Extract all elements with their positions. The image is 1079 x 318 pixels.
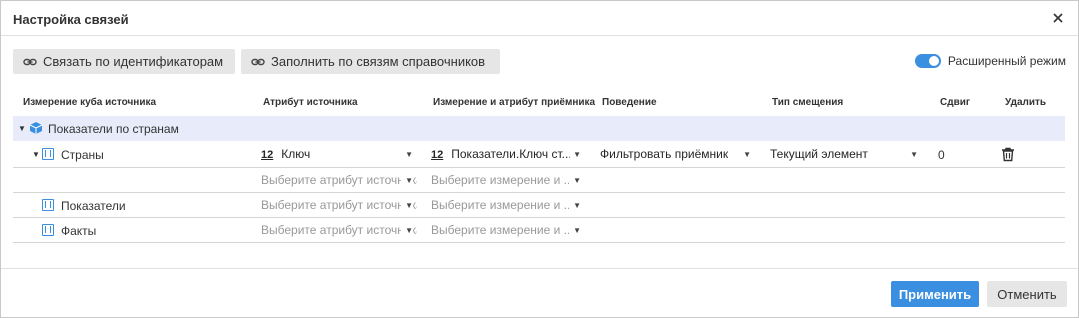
chevron-down-icon: ▼: [401, 201, 413, 210]
collapse-arrow-icon[interactable]: ▼: [18, 124, 26, 133]
behavior-value: Фильтровать приёмник: [600, 147, 729, 161]
behavior-select[interactable]: Фильтровать приёмник ▼: [600, 147, 755, 163]
source-attribute-value: Ключ: [281, 147, 311, 161]
link-icon: [251, 58, 265, 65]
target-dimension-placeholder: Выберите измерение и ...: [431, 173, 574, 187]
column-header-offset-type: Тип смещения: [772, 97, 844, 108]
chevron-down-icon: ▼: [569, 201, 581, 210]
column-header-source-dimension: Измерение куба источника: [23, 97, 157, 108]
source-attribute-select[interactable]: 12 Ключ ▼: [261, 147, 417, 163]
row-label-facts: Факты: [61, 224, 97, 238]
link-icon: [23, 58, 37, 65]
link-by-ids-button[interactable]: Связать по идентификаторам: [13, 49, 235, 74]
source-attribute-select[interactable]: Выберите атрибут источника ▼: [261, 173, 417, 189]
target-dimension-value: Показатели.Ключ ст...: [451, 147, 572, 161]
cube-group-label: Показатели по странам: [48, 122, 179, 136]
dialog-title: Настройка связей: [13, 12, 129, 27]
chevron-down-icon: ▼: [405, 150, 413, 159]
column-header-source-attribute: Атрибут источника: [263, 97, 358, 108]
target-dimension-select[interactable]: Выберите измерение и ... ▼: [431, 198, 585, 214]
trash-icon[interactable]: [1001, 147, 1015, 162]
chevron-down-icon: ▼: [743, 150, 751, 159]
source-attribute-select[interactable]: Выберите атрибут источника ▼: [261, 198, 417, 214]
source-attribute-placeholder: Выберите атрибут источника: [261, 223, 417, 237]
cube-icon: [29, 122, 43, 134]
column-header-behavior: Поведение: [602, 97, 657, 108]
row-divider: [13, 167, 1065, 168]
number-type-icon: 12: [431, 149, 444, 161]
target-dimension-select[interactable]: Выберите измерение и ... ▼: [431, 173, 585, 189]
cancel-button[interactable]: Отменить: [987, 281, 1067, 307]
offset-type-select[interactable]: Текущий элемент ▼: [770, 147, 922, 163]
offset-type-value: Текущий элемент: [770, 147, 868, 161]
row-label-countries: Страны: [61, 148, 104, 162]
fill-by-dictionary-links-button[interactable]: Заполнить по связям справочников: [241, 49, 500, 74]
column-header-target-dimension-attribute: Измерение и атрибут приёмника: [433, 97, 596, 108]
fill-by-dictionary-links-label: Заполнить по связям справочников: [271, 54, 486, 69]
chevron-down-icon: ▼: [569, 176, 581, 185]
target-dimension-select[interactable]: 12 Показатели.Ключ ст... ▼: [431, 147, 585, 163]
column-header-offset: Сдвиг: [940, 97, 971, 108]
number-type-icon: 12: [261, 149, 274, 161]
cube-group-row[interactable]: ▼ Показатели по странам: [13, 116, 1065, 141]
link-settings-dialog: Настройка связей Связать по идентификато…: [0, 0, 1079, 318]
footer-divider: [1, 268, 1078, 269]
target-dimension-placeholder: Выберите измерение и ...: [431, 223, 574, 237]
column-header-delete: Удалить: [1005, 97, 1047, 108]
chevron-down-icon: ▼: [401, 176, 413, 185]
advanced-mode-toggle[interactable]: [914, 54, 941, 68]
source-attribute-select[interactable]: Выберите атрибут источника ▼: [261, 223, 417, 239]
row-divider: [13, 217, 1065, 218]
dimension-icon: [42, 224, 54, 236]
row-divider: [13, 192, 1065, 193]
apply-button[interactable]: Применить: [891, 281, 979, 307]
dimension-icon: [42, 199, 54, 211]
offset-input[interactable]: 0: [938, 148, 945, 162]
chevron-down-icon: ▼: [570, 150, 581, 159]
chevron-down-icon: ▼: [910, 150, 918, 159]
collapse-arrow-icon[interactable]: ▼: [32, 150, 40, 159]
advanced-mode-label: Расширенный режим: [947, 54, 1066, 68]
row-divider: [13, 242, 1065, 243]
source-attribute-placeholder: Выберите атрибут источника: [261, 198, 417, 212]
dimension-icon: [42, 148, 54, 160]
close-icon[interactable]: [1050, 10, 1066, 26]
target-dimension-select[interactable]: Выберите измерение и ... ▼: [431, 223, 585, 239]
row-label-indicators: Показатели: [61, 199, 126, 213]
source-attribute-placeholder: Выберите атрибут источника: [261, 173, 417, 187]
dialog-header: Настройка связей: [1, 1, 1078, 36]
advanced-mode-switch[interactable]: Расширенный режим: [914, 54, 1066, 68]
target-dimension-placeholder: Выберите измерение и ...: [431, 198, 574, 212]
chevron-down-icon: ▼: [401, 226, 413, 235]
link-by-ids-label: Связать по идентификаторам: [43, 54, 224, 69]
chevron-down-icon: ▼: [569, 226, 581, 235]
